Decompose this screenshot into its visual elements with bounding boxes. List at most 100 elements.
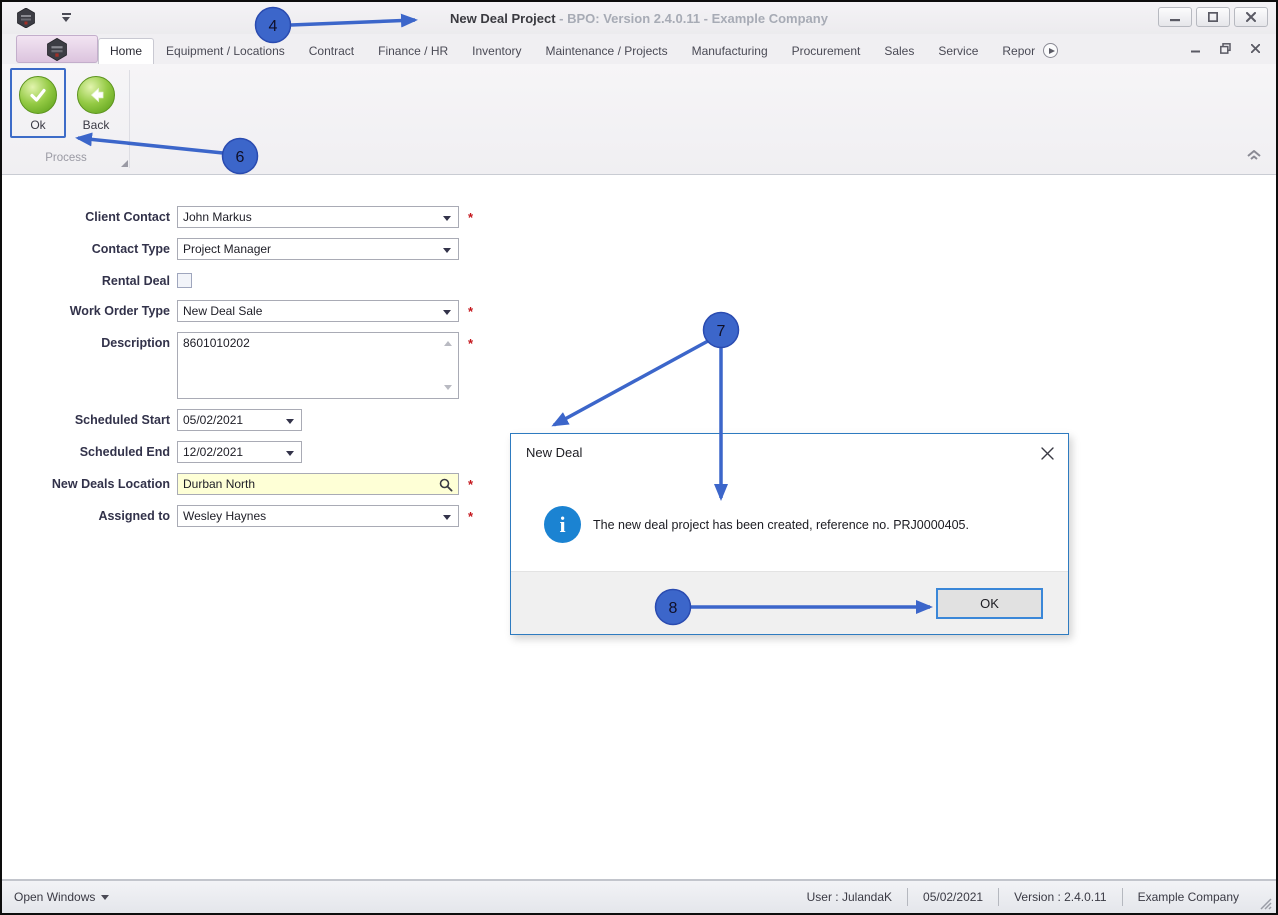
- required-marker: *: [468, 336, 474, 351]
- window-title-primary: New Deal Project: [450, 10, 556, 26]
- new-deal-dialog: New Deal i The new deal project has been…: [510, 433, 1069, 635]
- mdi-window-controls: [1188, 42, 1262, 54]
- chevron-down-icon: [286, 451, 294, 456]
- tab-contract[interactable]: Contract: [297, 38, 366, 64]
- tab-home[interactable]: Home: [98, 38, 155, 64]
- tab-equipment-locations[interactable]: Equipment / Locations: [154, 38, 297, 64]
- status-user: User : JulandaK: [806, 890, 893, 904]
- form-row: Rental Deal: [2, 270, 473, 288]
- tab-manufacturing[interactable]: Manufacturing: [680, 38, 780, 64]
- scroll-down-icon[interactable]: [444, 385, 452, 390]
- scheduled-start-datepicker[interactable]: 05/02/2021: [177, 409, 302, 431]
- ok-button-label: Ok: [30, 118, 46, 132]
- status-company: Example Company: [1137, 890, 1239, 904]
- client-contact-label: Client Contact: [85, 210, 170, 224]
- dialog-title: New Deal: [526, 445, 583, 460]
- assigned-to-label: Assigned to: [98, 509, 170, 523]
- dialog-message: The new deal project has been created, r…: [593, 518, 969, 532]
- form-row: Client Contact John Markus *: [2, 206, 473, 228]
- mdi-close-button[interactable]: [1248, 42, 1262, 54]
- process-group-label: Process: [45, 152, 87, 164]
- tab-reporting-truncated[interactable]: Repor: [990, 38, 1047, 64]
- rental-deal-label: Rental Deal: [101, 274, 170, 288]
- ribbon-tabs: Home Equipment / Locations Contract Fina…: [98, 38, 1059, 64]
- contact-type-label: Contact Type: [91, 242, 170, 256]
- app-logo-icon[interactable]: [16, 7, 36, 29]
- scheduled-end-datepicker[interactable]: 12/02/2021: [177, 441, 302, 463]
- tab-inventory[interactable]: Inventory: [460, 38, 533, 64]
- collapse-ribbon-chevron-icon[interactable]: [1246, 148, 1262, 166]
- contact-type-combobox[interactable]: Project Manager: [177, 238, 459, 260]
- form-row: Assigned to Wesley Haynes *: [2, 505, 473, 527]
- required-marker: *: [468, 477, 474, 492]
- application-menu-button[interactable]: [16, 35, 98, 63]
- maximize-button[interactable]: [1196, 7, 1230, 27]
- group-separator: [129, 70, 130, 168]
- title-bar: New Deal Project - BPO: Version 2.4.0.11…: [2, 2, 1276, 34]
- form-row: New Deals Location Durban North *: [2, 473, 473, 495]
- assigned-to-combobox[interactable]: Wesley Haynes: [177, 505, 459, 527]
- assigned-to-value: Wesley Haynes: [183, 509, 267, 523]
- tab-maintenance-projects[interactable]: Maintenance / Projects: [534, 38, 680, 64]
- ribbon-tab-row: Home Equipment / Locations Contract Fina…: [2, 34, 1276, 64]
- form-row: Contact Type Project Manager: [2, 238, 473, 260]
- status-bar-right: User : JulandaK 05/02/2021 Version : 2.4…: [792, 881, 1276, 913]
- resize-grip-icon[interactable]: [1256, 894, 1272, 910]
- form-row: Scheduled Start 05/02/2021: [2, 409, 473, 431]
- status-version: Version : 2.4.0.11: [1014, 890, 1107, 904]
- chevron-down-icon: [443, 248, 451, 253]
- new-deals-location-value: Durban North: [183, 477, 256, 491]
- rental-deal-checkbox[interactable]: [177, 273, 192, 288]
- description-textarea[interactable]: 8601010202: [177, 332, 459, 399]
- scheduled-start-value: 05/02/2021: [183, 413, 244, 427]
- new-deals-location-lookup[interactable]: Durban North: [177, 473, 459, 495]
- ok-button[interactable]: Ok: [10, 68, 66, 138]
- required-marker: *: [468, 304, 474, 319]
- dialog-footer: OK: [511, 571, 1068, 634]
- search-icon[interactable]: [439, 478, 453, 492]
- app-window: New Deal Project - BPO: Version 2.4.0.11…: [0, 0, 1278, 915]
- dialog-close-icon[interactable]: [1038, 444, 1056, 462]
- form-row: Scheduled End 12/02/2021: [2, 441, 473, 463]
- required-marker: *: [468, 509, 474, 524]
- back-button[interactable]: Back: [68, 68, 124, 138]
- required-marker: *: [468, 210, 474, 225]
- description-value: 8601010202: [183, 336, 250, 350]
- form-row: Description 8601010202 *: [2, 332, 473, 399]
- status-date: 05/02/2021: [923, 890, 984, 904]
- status-bar: Open Windows User : JulandaK 05/02/2021 …: [2, 880, 1276, 913]
- work-order-type-combobox[interactable]: New Deal Sale: [177, 300, 459, 322]
- tab-scroll-right-icon[interactable]: [1043, 43, 1059, 58]
- ok-check-icon: [19, 76, 57, 114]
- tab-finance-hr[interactable]: Finance / HR: [366, 38, 460, 64]
- back-arrow-icon: [77, 76, 115, 114]
- work-order-type-value: New Deal Sale: [183, 304, 263, 318]
- mdi-minimize-button[interactable]: [1188, 42, 1202, 54]
- chevron-down-icon: [443, 216, 451, 221]
- process-group: Ok Back Process: [6, 66, 130, 172]
- client-contact-combobox[interactable]: John Markus: [177, 206, 459, 228]
- scheduled-end-value: 12/02/2021: [183, 445, 244, 459]
- mdi-restore-button[interactable]: [1218, 42, 1232, 54]
- quick-access-toolbar-chevron-icon[interactable]: [60, 13, 74, 23]
- description-label: Description: [101, 336, 170, 350]
- open-windows-dropdown[interactable]: Open Windows: [14, 890, 110, 904]
- close-button[interactable]: [1234, 7, 1268, 27]
- minimize-button[interactable]: [1158, 7, 1192, 27]
- chevron-down-icon: [286, 419, 294, 424]
- tab-service[interactable]: Service: [926, 38, 990, 64]
- chevron-down-icon: [101, 894, 110, 900]
- client-contact-value: John Markus: [183, 210, 252, 224]
- ribbon-content: Ok Back Process: [2, 64, 1276, 175]
- work-order-type-label: Work Order Type: [69, 304, 170, 318]
- dialog-ok-button[interactable]: OK: [936, 588, 1043, 619]
- form-row: Work Order Type New Deal Sale *: [2, 300, 473, 322]
- tab-sales[interactable]: Sales: [872, 38, 926, 64]
- scroll-up-icon[interactable]: [444, 341, 452, 346]
- process-group-dialog-launcher-icon[interactable]: [121, 160, 128, 167]
- new-deal-project-form: Client Contact John Markus * Contact Typ…: [2, 206, 473, 537]
- info-icon: i: [544, 506, 581, 543]
- tab-procurement[interactable]: Procurement: [780, 38, 873, 64]
- contact-type-value: Project Manager: [183, 242, 272, 256]
- window-title: New Deal Project - BPO: Version 2.4.0.11…: [2, 2, 1276, 34]
